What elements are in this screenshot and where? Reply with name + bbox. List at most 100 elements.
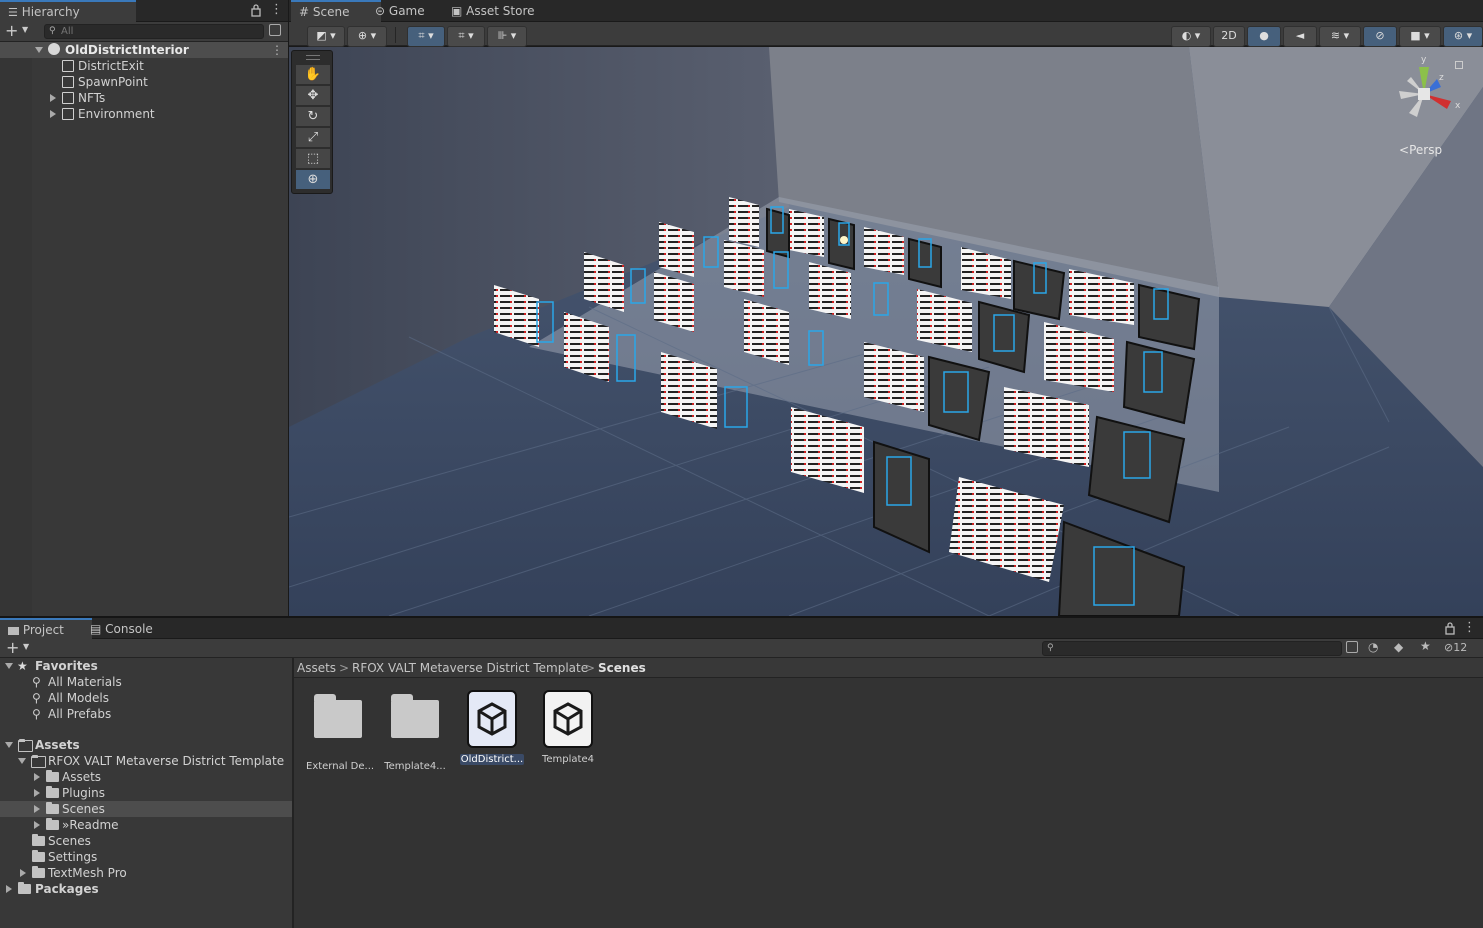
- effects-button[interactable]: ≋ ▾: [1319, 26, 1361, 47]
- scene-render: [289, 47, 1483, 616]
- folder-row-scenes[interactable]: Scenes: [0, 833, 292, 849]
- search-icon: ⚲: [32, 707, 41, 721]
- chevron-down-icon[interactable]: ▼: [23, 642, 29, 651]
- lock-icon[interactable]: [250, 3, 262, 17]
- search-options-icon[interactable]: [269, 24, 281, 36]
- add-icon[interactable]: +: [5, 22, 18, 40]
- rect-tool-button[interactable]: ⬚: [296, 149, 330, 169]
- expand-icon[interactable]: [34, 773, 40, 781]
- expand-icon[interactable]: [5, 663, 13, 669]
- transform-tool-button[interactable]: ⊕: [296, 170, 330, 190]
- rotate-tool-button[interactable]: ↻: [296, 107, 330, 127]
- expand-icon[interactable]: [34, 789, 40, 797]
- folder-row-plugins[interactable]: Plugins: [0, 785, 292, 801]
- hierarchy-search-input[interactable]: [61, 25, 251, 38]
- gizmos-button[interactable]: ⊛ ▾: [1443, 26, 1483, 47]
- label-tag-icon[interactable]: ◆: [1394, 640, 1403, 654]
- star-icon[interactable]: ★: [1420, 639, 1431, 653]
- favorite-item[interactable]: ⚲ All Materials: [0, 674, 292, 690]
- persp-toggle[interactable]: <Persp: [1399, 142, 1442, 158]
- expand-icon[interactable]: [34, 805, 40, 813]
- scene-root-row[interactable]: OldDistrictInterior ⋮: [0, 42, 288, 58]
- folder-row-scenes-selected[interactable]: Scenes: [0, 801, 292, 817]
- hierarchy-item-environment[interactable]: Environment: [0, 106, 288, 122]
- hand-tool-button[interactable]: ✋: [296, 65, 330, 85]
- increment-snap-button[interactable]: ⌗ ▾: [447, 26, 485, 47]
- palette-handle[interactable]: [306, 55, 320, 60]
- folder-row-textmesh[interactable]: TextMesh Pro: [0, 865, 292, 881]
- folder-icon: [391, 694, 439, 738]
- tab-console[interactable]: ▤ Console: [82, 618, 161, 640]
- expand-icon[interactable]: [50, 94, 56, 102]
- hidden-packages-toggle[interactable]: ⊘12: [1444, 640, 1467, 656]
- scene-viewport[interactable]: ✋ ✥ ↻ ⤢ ⬚ ⊕ y x z <Persp: [289, 47, 1483, 616]
- folder-icon: [32, 866, 45, 878]
- toggle-2d-button[interactable]: 2D: [1213, 26, 1245, 47]
- audio-toggle-button[interactable]: ◄: [1283, 26, 1317, 47]
- expand-icon[interactable]: [34, 821, 40, 829]
- favorite-item[interactable]: ⚲ All Prefabs: [0, 706, 292, 722]
- expand-icon[interactable]: [6, 885, 12, 893]
- hand-tool-icon: ✋: [304, 67, 322, 82]
- tab-asset-store[interactable]: ▣ Asset Store: [443, 0, 543, 22]
- folder-open-icon: [31, 755, 46, 768]
- tab-game[interactable]: ⊝ Game: [367, 0, 433, 22]
- add-icon[interactable]: +: [6, 638, 19, 657]
- assets-root-row[interactable]: Assets: [0, 737, 292, 753]
- scene-tabbar: # Scene ⊝ Game ▣ Asset Store: [289, 0, 1483, 24]
- breadcrumb-separator: >: [585, 661, 596, 675]
- template-folder-row[interactable]: RFOX VALT Metaverse District Template: [0, 753, 292, 769]
- breadcrumb-item-current[interactable]: Scenes: [598, 660, 646, 676]
- asset-item[interactable]: Template4: [536, 690, 600, 765]
- lock-icon[interactable]: [1444, 621, 1456, 638]
- hierarchy-item-nfts[interactable]: NFTs: [0, 90, 288, 106]
- gameobject-icon: [62, 108, 74, 120]
- folder-row-settings[interactable]: Settings: [0, 849, 292, 865]
- expand-icon[interactable]: [5, 742, 13, 748]
- tab-hierarchy[interactable]: ☰ Hierarchy: [0, 0, 136, 24]
- breadcrumb-item[interactable]: Assets: [297, 660, 336, 676]
- lock-icon[interactable]: [1455, 61, 1463, 69]
- orientation-gizmo[interactable]: y x z: [1389, 55, 1460, 129]
- scene-name: OldDistrictInterior: [65, 43, 189, 57]
- breadcrumb-item[interactable]: RFOX VALT Metaverse District Template: [352, 660, 588, 676]
- visibility-toggle-button[interactable]: ⊘: [1363, 26, 1397, 47]
- filter-type-icon[interactable]: ◔: [1368, 640, 1378, 654]
- favorite-item[interactable]: ⚲ All Models: [0, 690, 292, 706]
- project-search[interactable]: ⚲: [1042, 641, 1342, 656]
- expand-icon[interactable]: [20, 869, 26, 877]
- folder-row-readme[interactable]: »Readme: [0, 817, 292, 833]
- folder-label: »Readme: [62, 818, 119, 832]
- tab-project-label: Project: [22, 623, 64, 637]
- kebab-menu-icon[interactable]: ⋮: [1463, 620, 1476, 635]
- favorites-row[interactable]: ★ Favorites: [0, 658, 292, 674]
- lightbulb-icon: ●: [1259, 29, 1269, 42]
- scene-menu-icon[interactable]: ⋮: [271, 42, 283, 58]
- draw-mode-button[interactable]: ◩ ▾: [307, 26, 345, 47]
- camera-button[interactable]: ■ ▾: [1399, 26, 1441, 47]
- folder-label: Scenes: [62, 802, 105, 816]
- packages-row[interactable]: Packages: [0, 881, 292, 897]
- render-mode-button[interactable]: ◐ ▾: [1171, 26, 1211, 47]
- grid-snap-button[interactable]: ⌗ ▾: [407, 26, 445, 47]
- asset-item[interactable]: Template4...: [383, 690, 447, 772]
- scale-tool-button[interactable]: ⤢: [296, 128, 330, 148]
- expand-icon[interactable]: [18, 758, 26, 764]
- search-icon: ⚲: [32, 691, 41, 705]
- chevron-down-icon[interactable]: ▼: [22, 25, 28, 34]
- kebab-menu-icon[interactable]: ⋮: [270, 2, 283, 17]
- hierarchy-search[interactable]: ⚲: [44, 24, 264, 39]
- rect-tool-icon: ⬚: [306, 151, 320, 166]
- expand-icon[interactable]: [50, 110, 56, 118]
- global-toggle-button[interactable]: ⊕ ▾: [347, 26, 387, 47]
- asset-item[interactable]: External De...: [306, 690, 374, 772]
- hierarchy-item-districtexit[interactable]: DistrictExit: [0, 58, 288, 74]
- move-tool-button[interactable]: ✥: [296, 86, 330, 106]
- folder-row-assets[interactable]: Assets: [0, 769, 292, 785]
- lighting-toggle-button[interactable]: ●: [1247, 26, 1281, 47]
- hierarchy-item-spawnpoint[interactable]: SpawnPoint: [0, 74, 288, 90]
- asset-item-selected[interactable]: OldDistrict...: [460, 690, 524, 765]
- ruler-button[interactable]: ⊪ ▾: [487, 26, 527, 47]
- search-by-type-icon[interactable]: [1346, 641, 1358, 653]
- expand-icon[interactable]: [35, 47, 43, 53]
